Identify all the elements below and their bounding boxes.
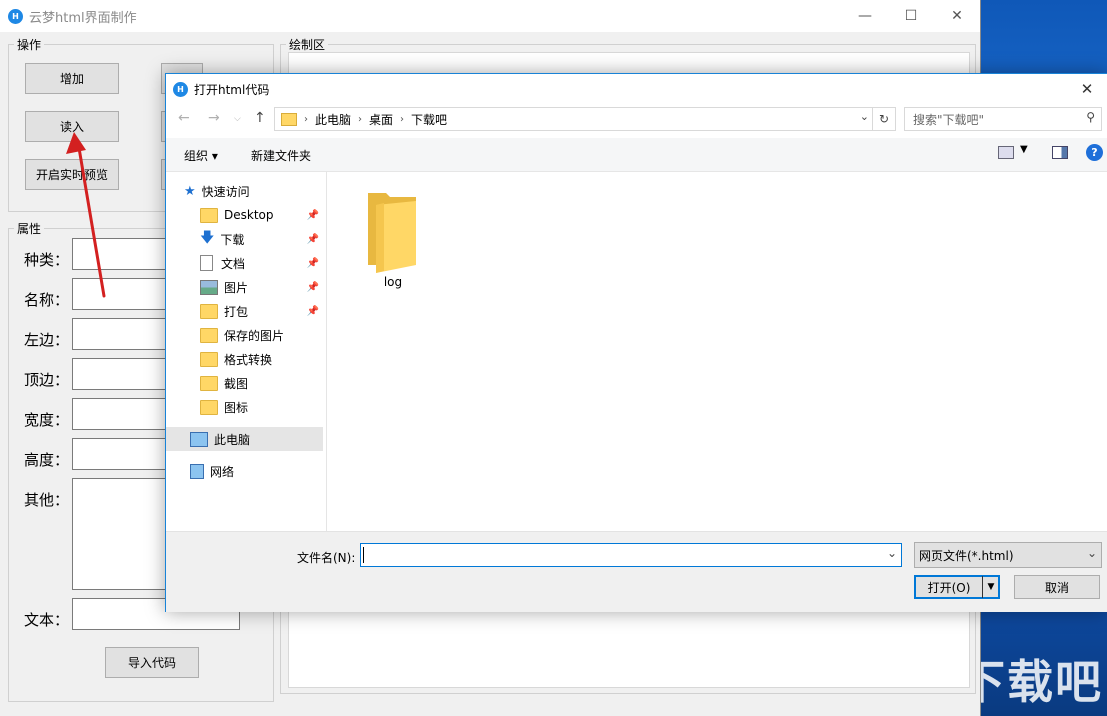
nav-package[interactable]: 打包 📌 [200,299,323,323]
dialog-nav-row: ← → ⌵ ↑ › 此电脑 › 桌面 › 下载吧 ⌄ ↻ 搜索"下载吧" ⚲ [166,104,1107,136]
file-name: log [383,275,403,289]
organize-menu[interactable]: 组织 ▾ [184,147,218,164]
nav-screenshots[interactable]: 截图 [200,371,323,395]
search-placeholder: 搜索"下载吧" [913,112,985,127]
nav-icons[interactable]: 图标 [200,395,323,419]
nav-saved-pictures[interactable]: 保存的图片 [200,323,323,347]
breadcrumb-desktop[interactable]: 桌面 [369,111,393,128]
nav-pictures[interactable]: 图片 📌 [200,275,323,299]
open-button[interactable]: 打开(O) ▼ [914,575,1000,599]
folder-icon [200,327,218,343]
search-box[interactable]: 搜索"下载吧" ⚲ [904,107,1102,131]
view-mode-icon[interactable] [998,146,1014,159]
pin-icon: 📌 [306,257,319,269]
file-list-pane: log [327,171,1106,531]
nav-format-convert[interactable]: 格式转换 [200,347,323,371]
back-arrow-icon[interactable]: ← [178,110,190,126]
pin-icon: 📌 [306,281,319,293]
filename-input[interactable]: ⌄ [360,543,902,567]
navigation-pane: ★ 快速访问 Desktop 📌 🡇 下载 📌 文档 📌 图片 📌 打包 📌 保… [166,171,327,531]
folder-icon [200,303,218,319]
search-icon[interactable]: ⚲ [1086,110,1095,124]
view-dropdown-icon[interactable]: ▼ [1020,144,1028,155]
chevron-down-icon[interactable]: ⌄ [887,546,897,560]
pin-icon: 📌 [306,209,319,221]
up-arrow-icon[interactable]: ↑ [254,110,266,126]
chevron-right-icon[interactable]: › [304,114,308,125]
new-folder-button[interactable]: 新建文件夹 [251,147,311,164]
file-item-log[interactable]: log [345,187,441,289]
breadcrumb-downloadba[interactable]: 下载吧 [411,111,447,128]
folder-icon [368,193,416,273]
folder-icon [200,399,218,415]
pin-icon: 📌 [306,305,319,317]
folder-icon [200,351,218,367]
dialog-toolbar: 组织 ▾ 新建文件夹 ▼ ? [166,138,1107,172]
forward-arrow-icon[interactable]: → [208,110,220,126]
nav-quick-access[interactable]: ★ 快速访问 [184,179,341,203]
cancel-button[interactable]: 取消 [1014,575,1100,599]
picture-icon [200,279,218,295]
computer-icon [190,431,208,447]
open-file-dialog: H 打开html代码 ✕ ← → ⌵ ↑ › 此电脑 › 桌面 › 下载吧 ⌄ … [165,73,1107,612]
nav-documents[interactable]: 文档 📌 [200,251,323,275]
chevron-down-icon: ⌄ [1086,546,1097,560]
dialog-close-button[interactable]: ✕ [1067,74,1107,104]
chevron-right-icon[interactable]: › [358,114,362,125]
dropdown-arrow-icon[interactable]: ▼ [982,576,999,598]
nav-desktop[interactable]: Desktop 📌 [200,203,323,227]
recent-dropdown-icon[interactable]: ⌵ [234,114,241,124]
nav-network[interactable]: 网络 [190,459,323,483]
nav-downloads[interactable]: 🡇 下载 📌 [200,227,323,251]
filename-label: 文件名(N): [297,551,356,565]
document-icon [200,255,213,271]
preview-pane-icon[interactable] [1052,146,1068,159]
nav-this-pc[interactable]: 此电脑 [166,427,323,451]
refresh-icon[interactable]: ↻ [872,108,895,130]
dialog-bottom-pane: 文件名(N): ⌄ 网页文件(*.html) ⌄ 打开(O) ▼ 取消 [166,531,1107,612]
folder-icon [200,207,218,223]
breadcrumb-this-pc[interactable]: 此电脑 [315,111,351,128]
star-icon: ★ [184,183,196,199]
dialog-title: 打开html代码 [194,82,270,97]
folder-icon [281,112,297,126]
chevron-right-icon[interactable]: › [400,114,404,125]
address-bar[interactable]: › 此电脑 › 桌面 › 下载吧 ⌄ ↻ [274,107,896,131]
text-cursor [363,547,364,563]
folder-icon [200,375,218,391]
chevron-down-icon[interactable]: ⌄ [860,110,869,123]
filetype-select[interactable]: 网页文件(*.html) ⌄ [914,542,1102,568]
dialog-titlebar: H 打开html代码 ✕ [166,74,1107,104]
help-icon[interactable]: ? [1086,144,1103,161]
pin-icon: 📌 [306,233,319,245]
network-icon [190,463,204,479]
download-arrow-icon: 🡇 [200,230,215,246]
dialog-app-icon: H [173,81,188,97]
